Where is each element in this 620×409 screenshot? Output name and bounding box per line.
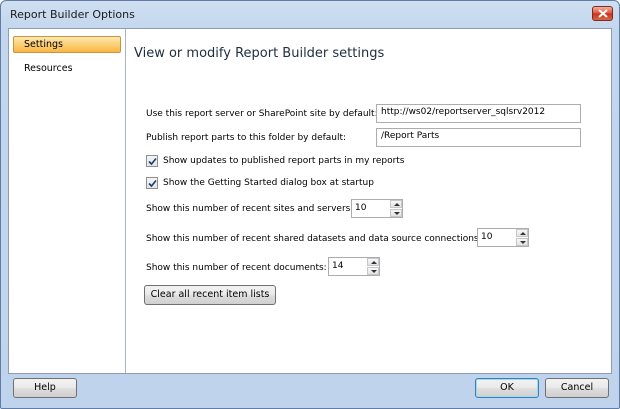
nav-item-settings[interactable]: Settings [13,36,121,53]
recent-docs-stepper[interactable]: 14 [328,257,380,276]
recent-sites-stepper[interactable]: 10 [351,199,403,218]
title-bar[interactable]: Report Builder Options [1,1,619,27]
dialog-window: Report Builder Options Settings Resource… [0,0,620,409]
checkmark-icon [148,179,157,188]
show-updates-label[interactable]: Show updates to published report parts i… [163,156,405,166]
show-getting-started-label[interactable]: Show the Getting Started dialog box at s… [163,178,374,188]
nav-item-label: Settings [24,39,63,50]
checkmark-icon [148,157,157,166]
arrow-down-icon [371,270,377,273]
arrow-down-icon [394,212,400,215]
recent-docs-value: 14 [332,261,344,271]
recent-sites-label: Show this number of recent sites and ser… [146,204,354,214]
folder-label: Publish report parts to this folder by d… [146,133,347,143]
settings-panel: View or modify Report Builder settings U… [126,29,611,373]
options-nav: Settings Resources [9,29,126,373]
clear-recent-lists-button[interactable]: Clear all recent item lists [144,285,276,305]
show-updates-checkbox[interactable] [146,155,158,167]
recent-datasets-value: 10 [481,232,493,242]
page-title: View or modify Report Builder settings [134,46,385,61]
recent-datasets-label: Show this number of recent shared datase… [146,234,482,244]
cancel-button[interactable]: Cancel [545,378,609,398]
close-button[interactable] [592,6,613,21]
arrow-up-icon [520,232,526,235]
spin-up-button[interactable] [367,258,379,266]
show-getting-started-checkbox[interactable] [146,177,158,189]
server-url-input[interactable]: http://ws02/reportserver_sqlsrv2012 [376,104,581,123]
dialog-client-area: Settings Resources View or modify Report… [8,28,612,374]
arrow-up-icon [371,261,377,264]
spin-down-button[interactable] [516,238,528,246]
window-title: Report Builder Options [10,8,135,21]
nav-item-label: Resources [24,63,73,74]
folder-input[interactable]: /Report Parts [376,128,581,147]
arrow-up-icon [394,203,400,206]
arrow-down-icon [520,241,526,244]
recent-datasets-stepper[interactable]: 10 [477,228,529,247]
spin-down-button[interactable] [390,209,402,217]
help-button[interactable]: Help [13,378,77,398]
recent-docs-label: Show this number of recent documents: [146,263,327,273]
spin-up-button[interactable] [390,200,402,208]
spin-up-button[interactable] [516,229,528,237]
nav-item-resources[interactable]: Resources [13,60,121,77]
ok-button[interactable]: OK [475,378,539,398]
server-label: Use this report server or SharePoint sit… [146,109,378,119]
spin-down-button[interactable] [367,267,379,275]
close-icon [598,9,608,18]
recent-sites-value: 10 [355,203,367,213]
